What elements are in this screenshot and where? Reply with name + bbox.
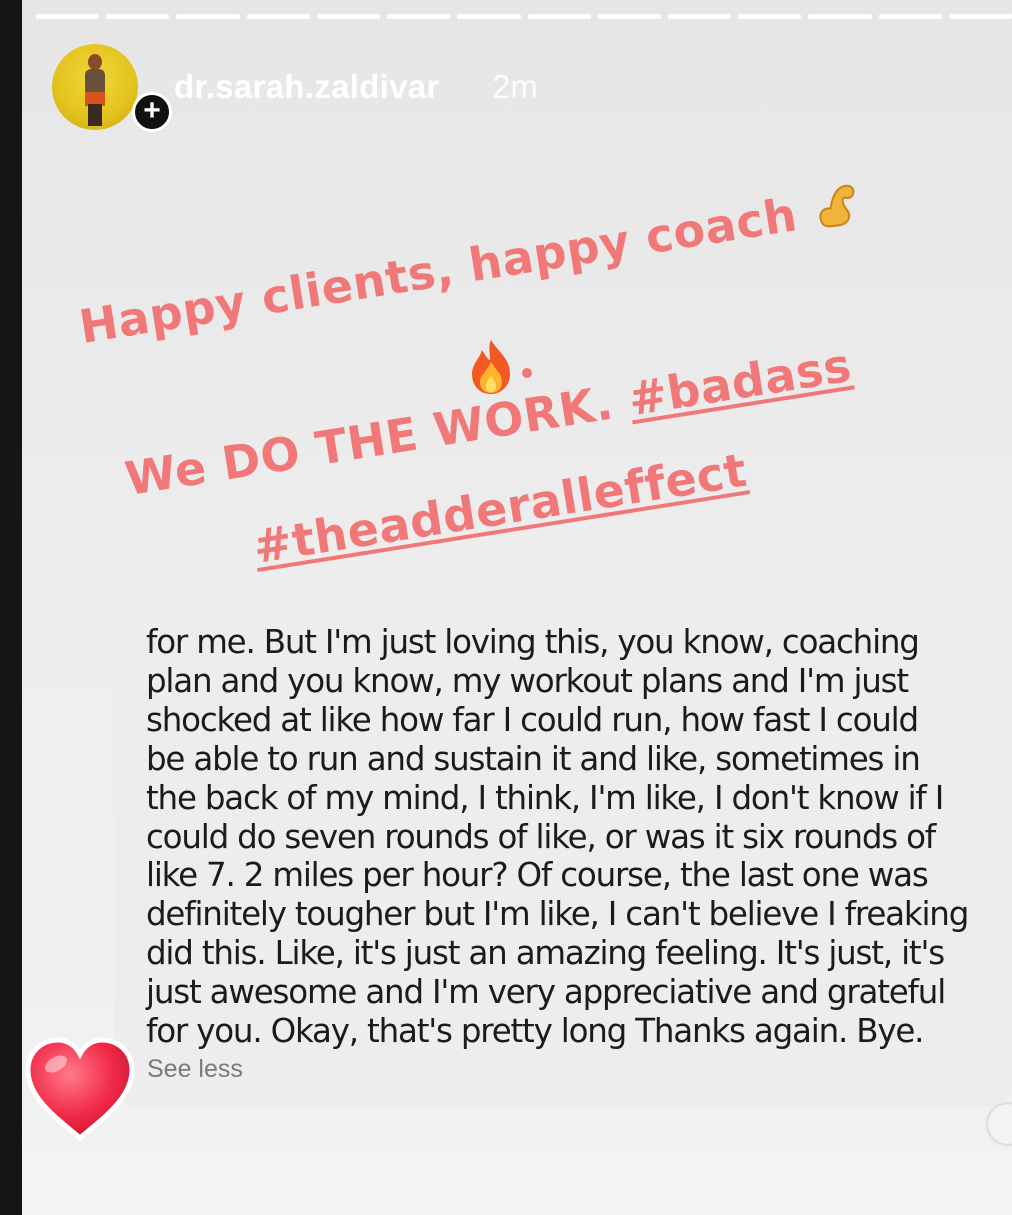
caption-text: Happy clients, happy coach [75, 187, 801, 354]
message-line: the back of my mind, I think, I'm like, … [146, 778, 944, 817]
progress-segment [878, 14, 942, 19]
message-line: for me. But I'm just loving this, you kn… [146, 623, 920, 661]
see-less-link[interactable]: See less [147, 1055, 243, 1084]
flexed-biceps-icon [819, 184, 855, 228]
progress-segment [106, 14, 170, 19]
progress-segment [527, 14, 591, 19]
story-header: + dr.sarah.zaldivar 2m [52, 42, 538, 132]
message-line: like 7. 2 miles per hour? Of course, the… [146, 856, 929, 895]
progress-segment [176, 14, 240, 19]
story-progress-bar [36, 14, 1012, 20]
progress-segment [387, 14, 451, 19]
progress-segment [808, 14, 872, 19]
plus-icon[interactable]: + [132, 92, 172, 132]
message-line: could do seven rounds of like, or was it… [146, 817, 936, 856]
post-time: 2m [492, 68, 538, 105]
message-line: plan and you know, my workout plans and … [146, 661, 909, 700]
message-line: just awesome and I'm very appreciative a… [146, 973, 946, 1012]
progress-segment [36, 14, 100, 19]
avatar[interactable] [52, 44, 138, 130]
caption-dot [522, 368, 532, 378]
caption-line-1: Happy clients, happy coach [76, 176, 869, 354]
hashtag-badass[interactable]: #badass [625, 338, 855, 426]
message-line: shocked at like how far I could run, how… [146, 700, 919, 739]
bottom-area [22, 1150, 1012, 1215]
progress-segment [948, 14, 1012, 19]
left-edge [0, 0, 22, 1215]
message-line: did this. Like, it's just an amazing fee… [146, 934, 945, 973]
heart-reaction-icon[interactable] [22, 1034, 138, 1142]
progress-segment [316, 14, 381, 19]
message-line: definitely tougher but I'm like, I can't… [146, 895, 969, 934]
message-line: be able to run and sustain it and like, … [146, 739, 921, 778]
message-line: for you. Okay, that's pretty long Thanks… [146, 1012, 924, 1051]
story-view: + dr.sarah.zaldivar 2m Happy clients, ha… [22, 0, 1012, 1215]
username[interactable]: dr.sarah.zaldivar [174, 68, 440, 106]
message-text: for me. But I'm just loving this, you kn… [146, 623, 1012, 1051]
progress-segment [597, 14, 661, 19]
fire-icon [472, 340, 510, 394]
progress-segment [457, 14, 521, 19]
progress-segment [667, 14, 732, 19]
reaction-bubble [988, 1104, 1012, 1144]
avatar-figure [85, 54, 105, 126]
progress-segment [246, 14, 310, 19]
progress-segment [738, 14, 802, 19]
